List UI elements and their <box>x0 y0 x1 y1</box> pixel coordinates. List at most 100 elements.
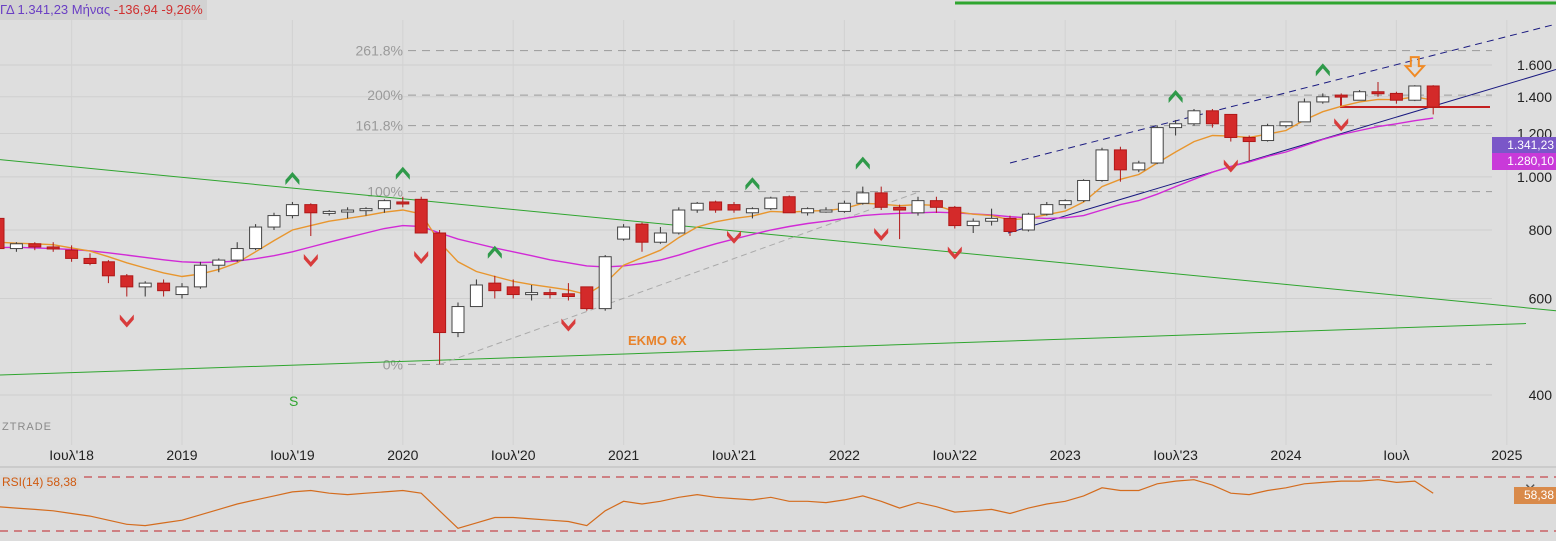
candle-body <box>653 232 667 243</box>
candle <box>1297 98 1311 123</box>
axes: 1.6001.4001.2001.000800600400Ιουλ'18 2019… <box>49 20 1552 463</box>
candle-body <box>1003 217 1017 232</box>
candle-body <box>893 206 907 211</box>
candle <box>267 212 281 230</box>
candle-body <box>285 204 299 217</box>
buy-signal-icon <box>855 156 870 170</box>
candle <box>948 205 962 229</box>
trend-lines <box>0 1 1556 376</box>
sell-signal-icon <box>303 254 318 268</box>
candle-body <box>966 220 980 227</box>
candle-body <box>617 226 631 240</box>
candle <box>1426 85 1440 115</box>
candle-body <box>1058 200 1072 206</box>
x-tick-label: 2025 <box>1491 447 1522 463</box>
candle-body <box>212 259 226 266</box>
grid-lines <box>0 64 1492 396</box>
x-tick-label: 2021 <box>608 447 639 463</box>
candle <box>451 302 465 338</box>
candle-body <box>819 209 833 213</box>
candle <box>83 253 97 266</box>
candle <box>598 255 612 311</box>
candle-body <box>175 286 189 296</box>
candle <box>1242 135 1256 161</box>
arrow-down-icon <box>1403 56 1427 78</box>
candle-body <box>690 202 704 211</box>
candle-body <box>1095 149 1109 181</box>
candle-body <box>525 292 539 296</box>
x-tick-label: 2024 <box>1270 447 1301 463</box>
signal-markers <box>119 56 1427 332</box>
y-tick-label: 400 <box>1529 387 1553 403</box>
candle-body <box>341 209 355 213</box>
candle <box>414 196 428 234</box>
x-tick-label: 2023 <box>1050 447 1081 463</box>
buy-signal-icon <box>487 245 502 259</box>
candle-body <box>157 282 171 292</box>
candle-body <box>561 293 575 298</box>
candle <box>672 207 686 235</box>
candle <box>1077 179 1091 202</box>
candle-body <box>322 210 336 214</box>
candle-body <box>874 192 888 208</box>
candle-body <box>1426 85 1440 108</box>
y-tick-label: 1.000 <box>1517 169 1552 185</box>
candle-body <box>745 208 759 214</box>
candle <box>782 195 796 214</box>
candle <box>101 260 115 284</box>
candle <box>1205 108 1219 128</box>
candle <box>0 217 5 250</box>
candle <box>1261 123 1275 142</box>
candle <box>580 286 594 311</box>
y-tick-label: 600 <box>1529 290 1553 306</box>
candle <box>1095 147 1109 182</box>
fib-label: 161.8% <box>356 118 403 134</box>
rsi-label: RSI(14) 58,38 <box>0 475 79 489</box>
candle <box>488 275 502 299</box>
candle-body <box>985 217 999 222</box>
candle <box>635 222 649 252</box>
candle <box>1224 113 1238 142</box>
candle-body <box>1205 110 1219 125</box>
candle <box>9 242 23 252</box>
x-tick-label: Ιουλ'20 <box>491 447 536 463</box>
candle <box>1132 160 1146 173</box>
candle-body <box>764 197 778 210</box>
candle-body <box>1169 123 1183 129</box>
candle <box>1279 121 1293 128</box>
candle <box>1003 215 1017 237</box>
candle-body <box>120 275 134 288</box>
sma-line <box>0 117 1434 268</box>
price-chart[interactable]: 1.6001.4001.2001.000800600400Ιουλ'18 2019… <box>0 0 1556 541</box>
symbol-header: ΓΔ 1.341,23 Μήνας -136,94 -9,26% <box>0 0 207 20</box>
candle <box>138 281 152 297</box>
candle-body <box>506 286 520 296</box>
sell-signal-icon <box>414 250 429 264</box>
x-tick-label: Ιουλ'22 <box>933 447 978 463</box>
ma-price-tag: 1.280,10 <box>1492 153 1556 170</box>
x-tick-label: Ιουλ'19 <box>270 447 315 463</box>
candle-body <box>267 215 281 228</box>
candle-body <box>911 200 925 214</box>
candle-body <box>598 256 612 310</box>
fib-label: 261.8% <box>356 43 403 59</box>
candle-body <box>193 264 207 288</box>
candle <box>1021 212 1035 232</box>
candle-body <box>396 201 410 205</box>
ema-label: ΕΚΜΟ 6Χ <box>628 333 687 348</box>
candle-body <box>138 282 152 288</box>
candle <box>285 201 299 219</box>
candle-body <box>1242 136 1256 143</box>
candle-body <box>469 284 483 308</box>
candle <box>1371 81 1385 97</box>
candle-body <box>1353 91 1367 101</box>
candle <box>193 261 207 289</box>
s-marker: S <box>289 393 298 409</box>
candle-body <box>948 206 962 227</box>
candle-body <box>635 223 649 243</box>
candle-body <box>9 243 23 250</box>
x-tick-label: Ιουλ'23 <box>1153 447 1198 463</box>
candle-body <box>230 248 244 261</box>
change-label: -136,94 -9,26% <box>113 2 203 17</box>
candle-body <box>65 249 79 259</box>
